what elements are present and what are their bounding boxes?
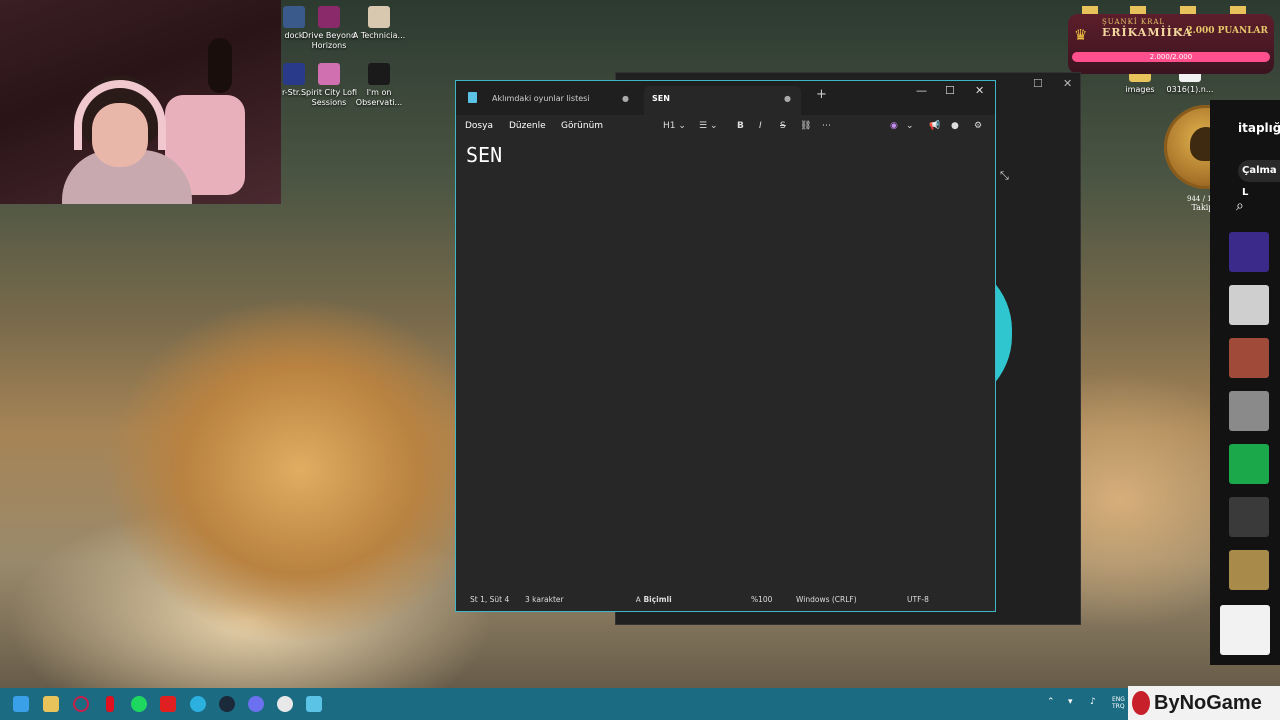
formatting-label: Biçimli <box>643 595 672 604</box>
file-explorer-icon[interactable] <box>43 696 59 712</box>
playlist-tile[interactable] <box>1229 232 1269 272</box>
close-icon[interactable]: ✕ <box>975 84 984 97</box>
crown-icon: ♛ <box>1074 26 1088 44</box>
account-icon[interactable]: ● <box>951 121 959 131</box>
menu-file[interactable]: Dosya <box>465 121 493 131</box>
desktop-icon-label: I'm on Observati... <box>355 88 403 107</box>
new-tab-button[interactable]: + <box>816 87 827 102</box>
app-red-ring-icon[interactable] <box>73 696 89 712</box>
king-points: • 2.000 PUANLAR <box>1177 26 1268 36</box>
playlist-tile-bookmark[interactable] <box>1229 444 1269 484</box>
netflix-icon[interactable] <box>106 696 114 712</box>
chevron-down-icon: ⌄ <box>678 121 686 131</box>
desktop-icon-im-on-observation[interactable]: I'm on Observati... <box>347 63 411 108</box>
menu-bar: Dosya Düzenle Görünüm H1 ⌄ ☰ ⌄ B I S ⛓ ⋯… <box>456 115 995 141</box>
minimize-icon[interactable]: — <box>916 84 927 97</box>
spotify-library-title[interactable]: itaplığ <box>1238 121 1280 135</box>
collapse-arrows-icon[interactable]: ⤡ <box>1000 169 1009 183</box>
maximize-icon[interactable]: ☐ <box>1033 77 1043 90</box>
announcement-icon[interactable]: 📢 <box>929 121 940 131</box>
spotify-icon[interactable] <box>131 696 147 712</box>
app-icon <box>318 6 340 28</box>
search-icon[interactable]: ⌕ <box>1236 198 1244 214</box>
tab-sen[interactable]: SEN ● <box>644 86 801 115</box>
character-count: 3 karakter <box>525 595 564 604</box>
more-icon[interactable]: ⋯ <box>822 121 831 131</box>
volume-icon[interactable]: ♪ <box>1090 697 1096 707</box>
status-bar: St 1, Süt 4 3 karakter Ꭺ Biçimli %100 Wi… <box>456 589 995 611</box>
document-text[interactable]: SEN <box>466 143 502 167</box>
notepad-icon[interactable] <box>306 696 322 712</box>
taskbar: ⌃ ▾ ♪ ENG TRQ <box>0 688 1280 720</box>
encoding[interactable]: UTF-8 <box>907 595 929 604</box>
line-ending[interactable]: Windows (CRLF) <box>796 595 857 604</box>
zoom-level[interactable]: %100 <box>751 595 772 604</box>
webcam-overlay <box>0 0 281 204</box>
copilot-icon[interactable]: ◉ <box>890 121 898 131</box>
app-icon <box>368 6 390 28</box>
unsaved-dot-icon: ● <box>784 94 791 103</box>
bold-icon[interactable]: B <box>737 121 744 131</box>
chevron-down-icon: ⌄ <box>709 121 718 131</box>
now-playing-cover[interactable] <box>1220 605 1270 655</box>
current-king-panel: ♛ ŞUANKİ KRAL ERİKAMİİKA • 2.000 PUANLAR… <box>1068 14 1274 74</box>
playlist-tile[interactable] <box>1229 285 1269 325</box>
app-icon <box>368 63 390 85</box>
tab-aklimdaki-oyunlar[interactable]: Aklımdaki oyunlar listesi ● <box>484 86 639 115</box>
king-caption: ŞUANKİ KRAL <box>1102 18 1166 26</box>
wifi-icon[interactable]: ▾ <box>1068 697 1073 707</box>
desktop-icon-label: A Technicia... <box>352 31 406 40</box>
tab-label: SEN <box>652 94 670 103</box>
settings-gear-icon[interactable]: ⚙ <box>974 121 982 131</box>
king-progress-bar: 2.000/2.000 <box>1072 52 1270 62</box>
menu-edit[interactable]: Düzenle <box>509 121 546 131</box>
youtube-icon[interactable] <box>160 696 176 712</box>
title-bar[interactable]: Aklımdaki oyunlar listesi ● SEN ● + — ☐ … <box>456 81 995 115</box>
tab-label: Aklımdaki oyunlar listesi <box>492 94 590 103</box>
notepad-icon <box>468 92 477 103</box>
bynogame-logo-icon <box>1132 691 1150 715</box>
playlist-tile[interactable] <box>1229 550 1269 590</box>
guitar-shape <box>208 38 232 93</box>
italic-icon[interactable]: I <box>759 121 762 131</box>
playlist-tile[interactable] <box>1229 338 1269 378</box>
steam-icon[interactable] <box>219 696 235 712</box>
chevron-up-icon[interactable]: ⌃ <box>1047 697 1055 707</box>
maximize-icon[interactable]: ☐ <box>945 84 955 97</box>
heading-label: H1 <box>663 121 676 131</box>
notepad-window[interactable]: Aklımdaki oyunlar listesi ● SEN ● + — ☐ … <box>455 80 996 612</box>
heading-dropdown[interactable]: H1 ⌄ <box>663 121 686 131</box>
playlist-tile[interactable] <box>1229 391 1269 431</box>
edge-icon[interactable] <box>190 696 206 712</box>
menu-view[interactable]: Görünüm <box>561 121 603 131</box>
link-icon[interactable]: ⛓ <box>800 121 811 131</box>
list-icon: ☰ <box>699 121 708 131</box>
formatting-toggle[interactable]: Ꭺ Biçimli <box>636 595 672 605</box>
discord-icon[interactable] <box>248 696 264 712</box>
desktop-icon-a-technician[interactable]: A Technicia... <box>347 6 411 41</box>
bynogame-watermark: ByNoGame <box>1128 686 1280 720</box>
desktop-icon-label: 0316(1).n... <box>1166 85 1214 94</box>
unsaved-dot-icon: ● <box>622 94 629 103</box>
app-icon <box>318 63 340 85</box>
formatting-icon: Ꭺ <box>636 595 642 604</box>
playlist-tile[interactable] <box>1229 497 1269 537</box>
close-icon[interactable]: ✕ <box>1063 77 1072 90</box>
windows-icon[interactable] <box>13 696 29 712</box>
spotify-filter-chip[interactable]: Çalma L <box>1238 160 1280 198</box>
cursor-position: St 1, Süt 4 <box>470 595 510 604</box>
strikethrough-icon[interactable]: S <box>780 121 786 131</box>
clock-app-icon[interactable] <box>277 696 293 712</box>
list-dropdown[interactable]: ☰ ⌄ <box>699 121 718 131</box>
chevron-down-icon[interactable]: ⌄ <box>906 121 914 131</box>
brand-text: ByNoGame <box>1154 692 1262 714</box>
